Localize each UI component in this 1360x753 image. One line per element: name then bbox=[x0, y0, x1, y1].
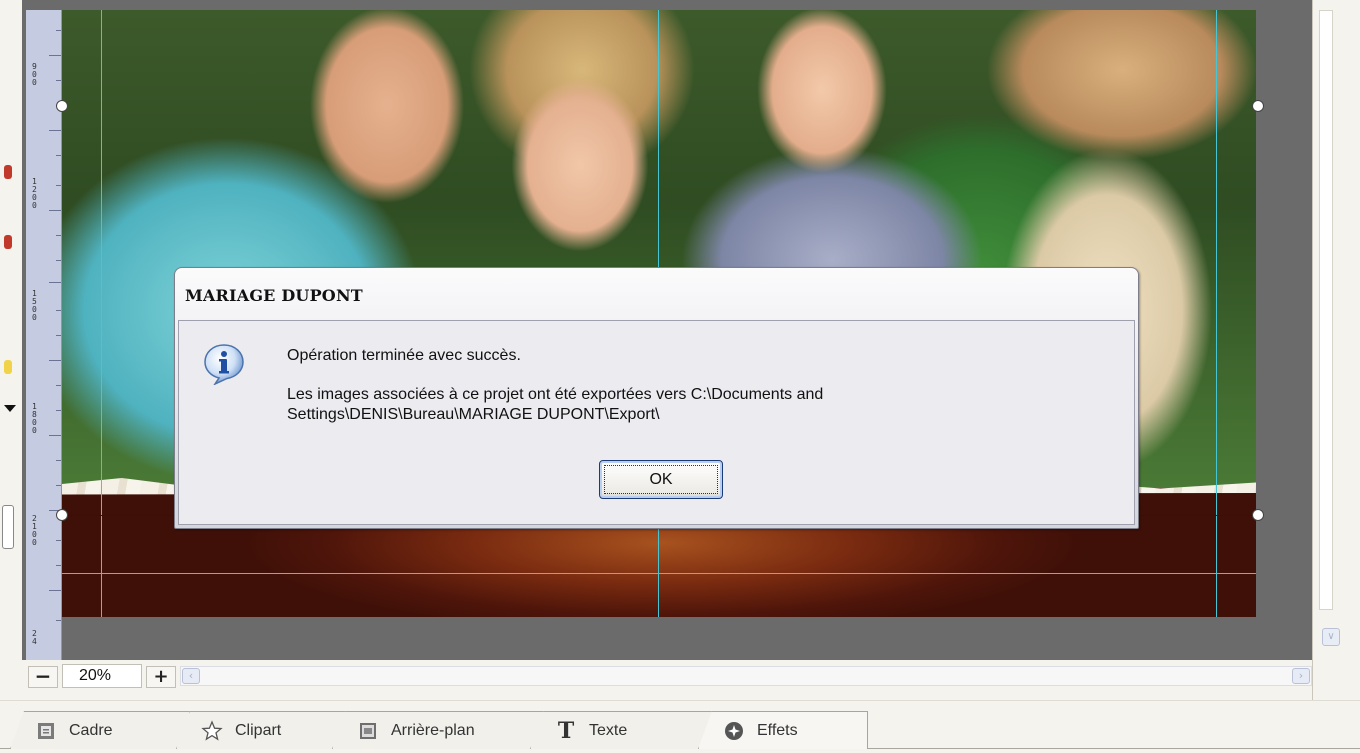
ruler-tick bbox=[49, 55, 61, 56]
zoom-in-button[interactable]: + bbox=[146, 666, 176, 688]
ruler-label: 2 1 0 0 bbox=[32, 514, 37, 547]
left-toolbar-strip bbox=[0, 0, 22, 700]
ok-button-label: OK bbox=[649, 470, 673, 488]
zoom-level-field[interactable]: 20% bbox=[62, 664, 142, 688]
tab-texte[interactable]: T Texte bbox=[530, 711, 720, 749]
ruler-label: 1 8 0 0 bbox=[32, 402, 37, 435]
tab-cadre[interactable]: Cadre bbox=[10, 711, 190, 749]
right-panel bbox=[1312, 0, 1360, 700]
ruler-tick bbox=[56, 155, 61, 156]
resize-handle[interactable] bbox=[56, 100, 68, 112]
vertical-scrollbar-track[interactable] bbox=[1319, 10, 1333, 610]
ruler-tick bbox=[56, 460, 61, 461]
zoom-bar: − 20% + ‹ › bbox=[28, 660, 1312, 690]
tab-label: Texte bbox=[589, 721, 628, 739]
app-window: 9 0 0 1 2 0 0 1 5 0 0 1 8 0 0 2 1 0 0 2 … bbox=[0, 0, 1360, 753]
background-icon bbox=[357, 720, 379, 742]
ok-button[interactable]: OK bbox=[599, 460, 723, 499]
left-tool-red-icon-2[interactable] bbox=[4, 235, 12, 249]
resize-handle[interactable] bbox=[56, 509, 68, 521]
ruler-tick bbox=[56, 565, 61, 566]
ruler-tick bbox=[49, 130, 61, 131]
tab-label: Clipart bbox=[235, 721, 282, 739]
ruler-tick bbox=[56, 335, 61, 336]
effects-icon bbox=[723, 720, 745, 742]
left-tool-red-icon[interactable] bbox=[4, 165, 12, 179]
tab-label: Cadre bbox=[69, 721, 113, 739]
ruler-label: 9 0 0 bbox=[32, 62, 37, 87]
ruler-tick bbox=[56, 540, 61, 541]
tab-clipart[interactable]: Clipart bbox=[176, 711, 356, 749]
ruler-tick bbox=[56, 260, 61, 261]
tool-tab-bar: Cadre Clipart Arrière-plan T Texte Effet… bbox=[0, 700, 1360, 753]
left-tool-arrow-icon[interactable] bbox=[4, 405, 16, 412]
guide-line-vertical[interactable] bbox=[101, 10, 102, 617]
left-tool-box[interactable] bbox=[2, 505, 14, 549]
dialog-body: Opération terminée avec succès. Les imag… bbox=[178, 320, 1135, 525]
ruler-tick bbox=[56, 310, 61, 311]
horizontal-scrollbar[interactable]: ‹ › bbox=[180, 666, 1312, 686]
ruler-tick bbox=[49, 435, 61, 436]
zoom-out-button[interactable]: − bbox=[28, 666, 58, 688]
tab-arriere-plan[interactable]: Arrière-plan bbox=[332, 711, 550, 749]
dialog-title: MARIAGE DUPONT bbox=[185, 286, 363, 305]
ruler-tick bbox=[56, 385, 61, 386]
star-icon bbox=[201, 719, 223, 742]
info-icon bbox=[204, 344, 244, 385]
frame-icon bbox=[35, 720, 57, 742]
ruler-tick bbox=[49, 590, 61, 591]
dialog-message-detail: Les images associées à ce projet ont été… bbox=[287, 386, 824, 423]
left-tool-yellow-icon[interactable] bbox=[4, 360, 12, 374]
scroll-left-arrow-icon[interactable]: ‹ bbox=[182, 668, 200, 684]
resize-handle[interactable] bbox=[1252, 509, 1264, 521]
ruler-label: 2 4 bbox=[32, 629, 37, 646]
ruler-tick bbox=[56, 30, 61, 31]
text-icon: T bbox=[557, 717, 575, 744]
ruler-label: 1 5 0 0 bbox=[32, 289, 37, 322]
dialog-message-status: Opération terminée avec succès. bbox=[287, 347, 521, 364]
ruler-tick bbox=[49, 210, 61, 211]
guide-line-horizontal[interactable] bbox=[62, 573, 1256, 574]
ruler-tick bbox=[56, 410, 61, 411]
ruler-tick bbox=[56, 235, 61, 236]
guide-line-vertical[interactable] bbox=[1216, 10, 1217, 617]
ruler-label: 1 2 0 0 bbox=[32, 177, 37, 210]
ruler-tick bbox=[56, 80, 61, 81]
ruler-tick bbox=[49, 360, 61, 361]
tab-effets[interactable]: Effets bbox=[698, 711, 868, 749]
scroll-right-arrow-icon[interactable]: › bbox=[1292, 668, 1310, 684]
ruler-tick bbox=[56, 185, 61, 186]
ruler-tick bbox=[56, 620, 61, 621]
ruler-tick bbox=[49, 282, 61, 283]
ruler-tick bbox=[56, 485, 61, 486]
message-dialog: MARIAGE DUPONT Opération terminée avec s… bbox=[174, 267, 1139, 529]
resize-handle[interactable] bbox=[1252, 100, 1264, 112]
tab-label: Arrière-plan bbox=[391, 721, 475, 739]
tab-label: Effets bbox=[757, 721, 798, 739]
scroll-down-arrow-icon[interactable]: ∨ bbox=[1322, 628, 1340, 646]
